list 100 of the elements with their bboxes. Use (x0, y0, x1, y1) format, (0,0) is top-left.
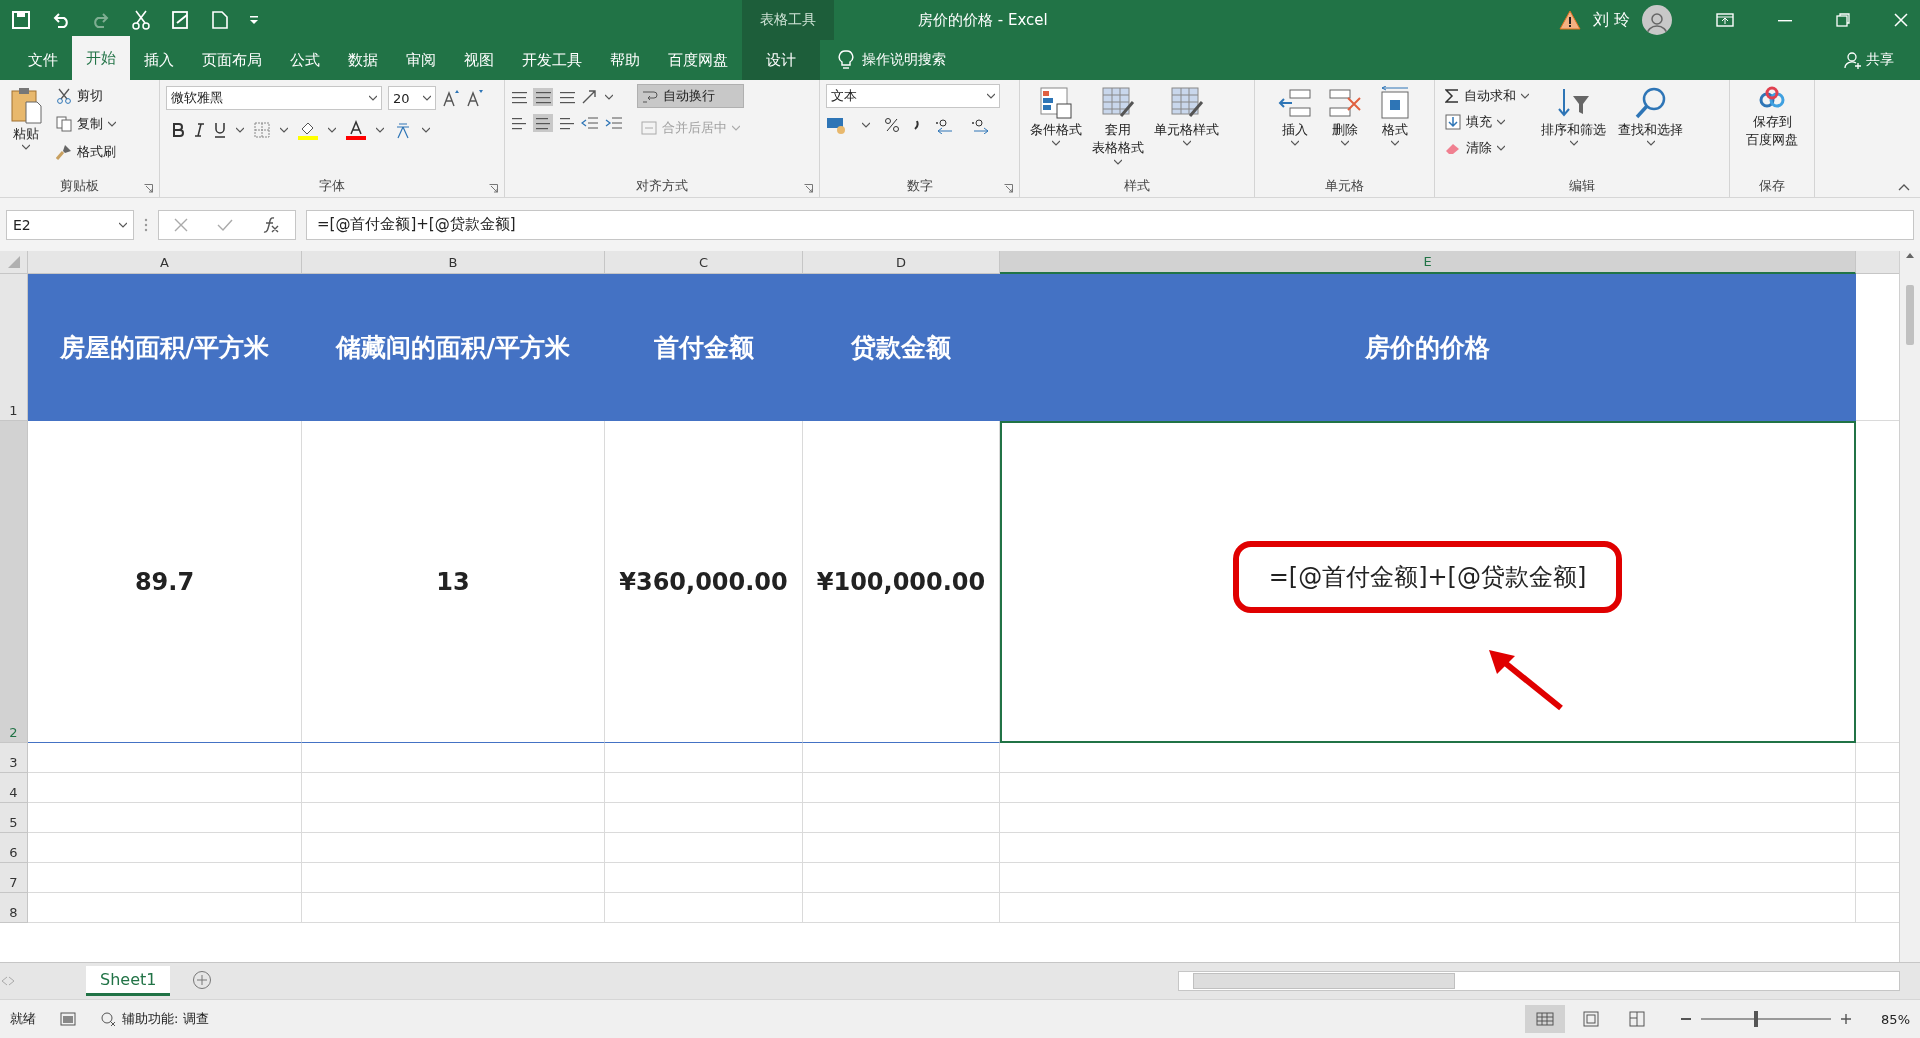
avatar-icon[interactable] (1642, 5, 1672, 35)
empty-cell[interactable] (605, 893, 803, 923)
cells-button[interactable]: 插入 (1273, 84, 1316, 177)
table-cell[interactable]: 储藏间的面积/平方米 (302, 274, 605, 421)
tell-me-search[interactable]: 操作说明搜索 (862, 51, 946, 69)
empty-cell[interactable] (302, 863, 605, 893)
styles-button[interactable]: 套用 表格格式 (1088, 84, 1148, 177)
ribbon-tab[interactable]: 数据 (334, 40, 392, 80)
shrink-font-icon[interactable] (466, 89, 484, 107)
align-center-icon[interactable] (535, 116, 551, 130)
macro-record-icon[interactable] (60, 1012, 76, 1026)
row-header[interactable]: 5 (0, 803, 28, 833)
formula-field[interactable]: =[@首付金额]+[@贷款金额] (306, 209, 1914, 240)
undo-icon[interactable] (52, 12, 70, 28)
ribbon-tab[interactable]: 插入 (130, 40, 188, 80)
row-header[interactable]: 3 (0, 743, 28, 773)
align-bottom-icon[interactable] (559, 90, 575, 104)
collapse-ribbon-icon[interactable] (1898, 183, 1910, 191)
orientation-icon[interactable] (581, 89, 599, 105)
empty-cell[interactable] (1000, 893, 1856, 923)
horizontal-scrollbar[interactable] (1178, 971, 1900, 991)
empty-cell[interactable] (302, 773, 605, 803)
accessibility-status[interactable]: 辅助功能: 调查 (122, 1010, 209, 1028)
find-select-button[interactable]: 查找和选择 (1614, 84, 1687, 177)
align-right-icon[interactable] (559, 116, 575, 130)
table-cell[interactable]: 房屋的面积/平方米 (28, 274, 302, 421)
normal-view-icon[interactable] (1525, 1005, 1566, 1033)
ribbon-tab[interactable]: 视图 (450, 40, 508, 80)
row-header[interactable]: 1 (0, 274, 28, 421)
percent-icon[interactable] (884, 117, 900, 133)
save-icon[interactable] (12, 11, 30, 29)
ribbon-tab[interactable]: 页面布局 (188, 40, 276, 80)
empty-cell[interactable] (803, 773, 1000, 803)
select-all-corner[interactable] (0, 251, 28, 274)
customize-icon[interactable] (250, 16, 258, 24)
column-header[interactable]: D (803, 251, 1000, 274)
currency-icon[interactable] (826, 116, 848, 134)
autosum-button[interactable]: 自动求和 (1441, 84, 1533, 108)
table-cell[interactable]: ¥100,000.00 (803, 421, 1000, 743)
scroll-right-icon[interactable] (8, 976, 16, 986)
ribbon-tab[interactable]: 帮助 (596, 40, 654, 80)
row-header[interactable]: 7 (0, 863, 28, 893)
scroll-left-icon[interactable] (0, 976, 8, 986)
sheet-tab[interactable]: Sheet1 (86, 966, 171, 996)
empty-cell[interactable] (803, 743, 1000, 773)
format-painter-button[interactable]: 格式刷 (52, 140, 120, 164)
cells-button[interactable]: 格式 (1373, 84, 1416, 177)
italic-icon[interactable] (194, 123, 204, 137)
empty-cell[interactable] (1000, 773, 1856, 803)
phonetic-icon[interactable] (394, 121, 412, 139)
empty-cell[interactable] (302, 893, 605, 923)
empty-cell[interactable] (1000, 743, 1856, 773)
dialog-launcher-icon[interactable] (804, 184, 813, 193)
ribbon-tab[interactable]: 开发工具 (508, 40, 596, 80)
name-box[interactable]: E2 (6, 209, 134, 240)
column-header[interactable]: C (605, 251, 803, 274)
empty-cell[interactable] (803, 803, 1000, 833)
zoom-in-icon[interactable] (1841, 1014, 1852, 1024)
user-name[interactable]: 刘 玲 (1592, 9, 1630, 31)
ribbon-display-icon[interactable] (1716, 13, 1734, 27)
dialog-launcher-icon[interactable] (489, 184, 498, 193)
decrease-indent-icon[interactable] (581, 116, 599, 130)
dialog-launcher-icon[interactable] (1004, 184, 1013, 193)
cancel-icon[interactable] (173, 217, 188, 232)
number-format-field[interactable]: 文本 (826, 84, 1000, 108)
empty-cell[interactable] (1000, 833, 1856, 863)
ribbon-tab[interactable]: 审阅 (392, 40, 450, 80)
align-middle-icon[interactable] (535, 90, 551, 104)
row-header[interactable]: 6 (0, 833, 28, 863)
fill-button[interactable]: 填充 (1441, 110, 1533, 134)
empty-cell[interactable] (605, 833, 803, 863)
underline-icon[interactable] (214, 122, 226, 138)
row-header[interactable]: 4 (0, 773, 28, 803)
table-cell[interactable]: 89.7 (28, 421, 302, 743)
fill-color-icon[interactable] (298, 120, 318, 140)
table-cell[interactable]: 房价的价格 (1000, 274, 1856, 421)
styles-button[interactable]: 单元格样式 (1150, 84, 1223, 177)
table-cell[interactable]: ¥360,000.00 (605, 421, 803, 743)
new-document-icon[interactable] (212, 11, 228, 29)
font-name-field[interactable]: 微软雅黑 (166, 86, 382, 110)
empty-cell[interactable] (302, 743, 605, 773)
empty-cell[interactable] (1000, 863, 1856, 893)
triangle-icon[interactable] (7, 256, 20, 268)
restore-icon[interactable] (1836, 13, 1850, 27)
font-size-field[interactable]: 20 (388, 86, 436, 110)
dialog-launcher-icon[interactable] (144, 184, 153, 193)
row-header[interactable]: 8 (0, 893, 28, 923)
scroll-thumb[interactable] (1906, 285, 1914, 345)
empty-cell[interactable] (803, 893, 1000, 923)
styles-button[interactable]: 条件格式 (1026, 84, 1086, 177)
ribbon-tab[interactable]: 开始 (72, 36, 130, 80)
cut-button[interactable]: 剪切 (52, 84, 120, 108)
table-cell[interactable]: 13 (302, 421, 605, 743)
copy-button[interactable]: 复制 (52, 112, 120, 136)
empty-cell[interactable] (605, 863, 803, 893)
save-to-cloud-button[interactable]: 保存到 百度网盘 (1742, 84, 1802, 177)
table-cell[interactable]: 贷款金额 (803, 274, 1000, 421)
zoom-thumb[interactable] (1753, 1011, 1758, 1027)
align-top-icon[interactable] (511, 90, 527, 104)
empty-cell[interactable] (803, 833, 1000, 863)
